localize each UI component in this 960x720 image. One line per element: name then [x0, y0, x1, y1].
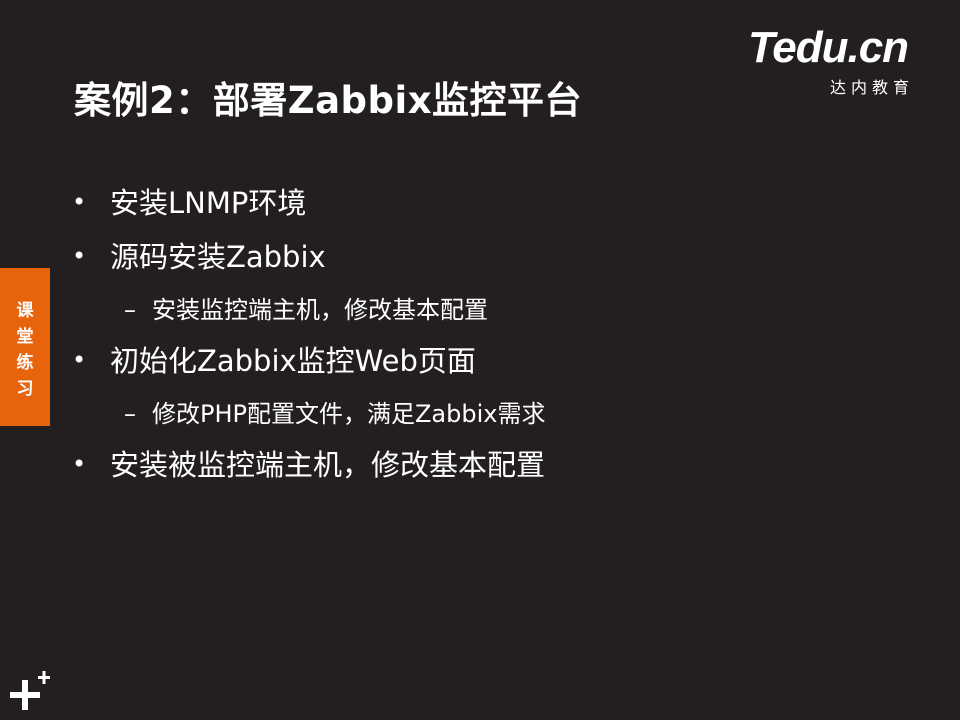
- bullet-text: 源码安装Zabbix: [110, 240, 326, 274]
- bullet-item: • 安装被监控端主机，修改基本配置: [72, 442, 545, 484]
- side-tab-char: 堂: [16, 327, 34, 347]
- side-tab-char: 练: [16, 353, 34, 373]
- bullet-text: 安装被监控端主机，修改基本配置: [110, 448, 546, 482]
- bullet-text: 安装LNMP环境: [110, 186, 307, 220]
- bullet-item: • 初始化Zabbix监控Web页面: [72, 338, 476, 380]
- dash-icon: –: [124, 296, 136, 324]
- bullet-dot-icon: •: [72, 242, 87, 270]
- bullet-text: 修改PHP配置文件，满足Zabbix需求: [152, 400, 546, 428]
- bullet-dot-icon: •: [72, 346, 87, 374]
- tedu-logo: Tedu.cn 达内教育: [748, 26, 928, 98]
- bullet-dot-icon: •: [72, 450, 87, 478]
- slide: 案例2：部署Zabbix监控平台 Tedu.cn 达内教育 课 堂 练 习 • 安…: [0, 0, 960, 720]
- logo-wordmark: Tedu.cn: [748, 23, 909, 72]
- dash-icon: –: [124, 400, 136, 428]
- bullet-text: 初始化Zabbix监控Web页面: [110, 344, 476, 378]
- sub-bullet-item: – 安装监控端主机，修改基本配置: [124, 290, 488, 325]
- bullet-text: 安装监控端主机，修改基本配置: [152, 296, 488, 324]
- bullet-item: • 安装LNMP环境: [72, 180, 306, 222]
- classroom-practice-tab: 课 堂 练 习: [0, 268, 50, 426]
- side-tab-char: 习: [16, 379, 34, 399]
- sub-bullet-item: – 修改PHP配置文件，满足Zabbix需求: [124, 394, 545, 429]
- logo-subtitle: 达内教育: [830, 78, 915, 97]
- plus-plus-icon: [10, 671, 50, 710]
- bullet-item: • 源码安装Zabbix: [72, 234, 326, 276]
- side-tab-char: 课: [16, 301, 34, 321]
- slide-title: 案例2：部署Zabbix监控平台: [74, 79, 583, 122]
- bullet-dot-icon: •: [72, 188, 87, 216]
